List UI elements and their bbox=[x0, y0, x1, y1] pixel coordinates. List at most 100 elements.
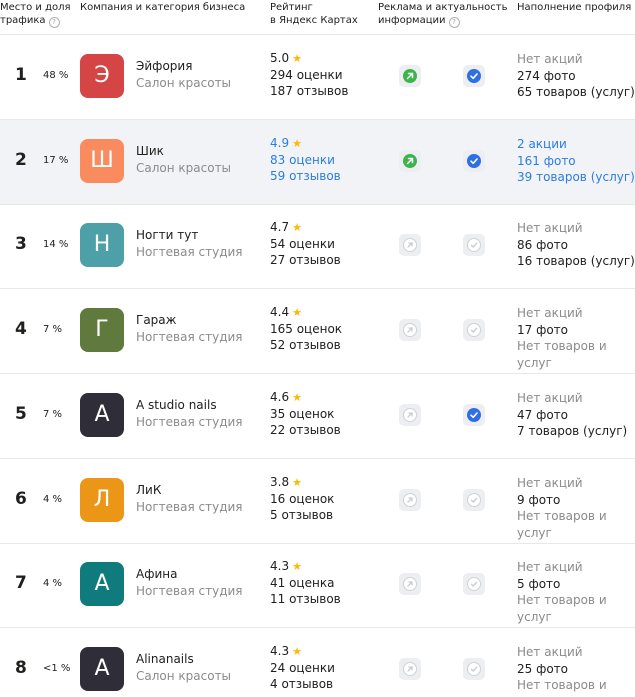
promos-count: Нет акций bbox=[517, 306, 583, 320]
company-category: Салон красоты bbox=[136, 669, 232, 683]
info-actual-status bbox=[463, 65, 485, 87]
company-avatar[interactable]: Э bbox=[80, 54, 124, 98]
company-name[interactable]: Эйфория bbox=[136, 59, 192, 73]
ads-status bbox=[399, 65, 421, 87]
table-row[interactable]: 1 48 % Э Эйфория Салон красоты 5.0 ★ 294 оценки… bbox=[0, 35, 635, 120]
star-icon: ★ bbox=[292, 560, 302, 573]
ads-status bbox=[399, 234, 421, 256]
check-circle-icon bbox=[467, 662, 481, 676]
table-row[interactable]: 7 4 % А Афина Ногтевая студия 4.3 ★ 41 оценка 11… bbox=[0, 543, 635, 628]
table-row[interactable]: 6 4 % Л ЛиК Ногтевая студия 3.8 ★ 16 оценок 5 от… bbox=[0, 459, 635, 544]
table-header: Место и доля трафика? Компания и категор… bbox=[0, 0, 635, 35]
reviews-count: 4 отзывов bbox=[270, 677, 334, 691]
profile-fill: Нет акций 47 фото 7 товаров (услуг) bbox=[517, 390, 627, 440]
company-name[interactable]: A studio nails bbox=[136, 398, 217, 412]
place-number: 1 bbox=[15, 65, 27, 85]
help-icon[interactable]: ? bbox=[48, 17, 60, 28]
ads-status bbox=[399, 319, 421, 341]
ads-status bbox=[399, 150, 421, 172]
reviews-count[interactable]: 59 отзывов bbox=[270, 169, 341, 183]
info-actual-status bbox=[463, 489, 485, 511]
star-icon: ★ bbox=[292, 476, 302, 489]
column-profile: Наполнение профиля bbox=[517, 2, 632, 13]
traffic-share: 14 % bbox=[43, 239, 69, 250]
help-icon[interactable]: ? bbox=[448, 17, 460, 28]
traffic-share: 7 % bbox=[43, 324, 63, 335]
promo-arrow-icon bbox=[403, 493, 417, 507]
check-circle-icon bbox=[467, 238, 481, 252]
rating-value: 4.3 bbox=[270, 559, 290, 573]
star-icon: ★ bbox=[292, 391, 302, 404]
place-number: 5 bbox=[15, 404, 27, 424]
column-place: Место и доля трафика? bbox=[0, 2, 71, 28]
promos-count: Нет акций bbox=[517, 645, 583, 659]
rating-block: 4.6 ★ 35 оценок 22 отзывов bbox=[270, 389, 341, 438]
info-actual-status bbox=[463, 319, 485, 341]
check-circle-icon bbox=[467, 493, 481, 507]
place-number: 4 bbox=[15, 319, 27, 339]
star-icon: ★ bbox=[292, 306, 302, 319]
ads-status bbox=[399, 489, 421, 511]
rating-value: 4.3 bbox=[270, 644, 290, 658]
goods-count: Нет товаров и услуг bbox=[517, 509, 607, 540]
rating-value: 5.0 bbox=[270, 51, 290, 65]
info-actual-status bbox=[463, 573, 485, 595]
place-number: 6 bbox=[15, 489, 27, 509]
traffic-share: 4 % bbox=[43, 578, 63, 589]
company-avatar[interactable]: Л bbox=[80, 478, 124, 522]
company-avatar[interactable]: Н bbox=[80, 223, 124, 267]
rating-value: 3.8 bbox=[270, 475, 290, 489]
company-category: Ногтевая студия bbox=[136, 245, 243, 259]
promos-count: Нет акций bbox=[517, 476, 583, 490]
company-name[interactable]: Alinanails bbox=[136, 652, 194, 666]
promos-count: Нет акций bbox=[517, 52, 583, 66]
photos-count: 47 фото bbox=[517, 407, 569, 422]
company-avatar[interactable]: А bbox=[80, 562, 124, 606]
photos-count: 9 фото bbox=[517, 492, 561, 507]
table-row[interactable]: 8 <1 % A Alinanails Салон красоты 4.3 ★ 24 оцен… bbox=[0, 628, 635, 697]
profile-fill: Нет акций 274 фото 65 товаров (услуг) bbox=[517, 51, 635, 101]
company-name[interactable]: Ногти тут bbox=[136, 228, 198, 242]
promo-arrow-icon bbox=[403, 577, 417, 591]
star-icon: ★ bbox=[292, 137, 302, 150]
table-row[interactable]: 5 7 % A A studio nails Ногтевая студия 4.6 ★ 35… bbox=[0, 374, 635, 459]
photos-count: 25 фото bbox=[517, 661, 569, 676]
traffic-share: 48 % bbox=[43, 70, 69, 81]
goods-count: 7 товаров (услуг) bbox=[517, 424, 628, 438]
reviews-count: 187 отзывов bbox=[270, 84, 349, 98]
company-name[interactable]: Гараж bbox=[136, 313, 176, 327]
table-row[interactable]: 3 14 % Н Ногти тут Ногтевая студия 4.7 ★ 54 оце… bbox=[0, 204, 635, 289]
check-circle-icon bbox=[467, 154, 481, 168]
table-row[interactable]: 4 7 % Г Гараж Ногтевая студия 4.4 ★ 165 оценок 5… bbox=[0, 289, 635, 374]
promos-count[interactable]: 2 акции bbox=[517, 137, 567, 151]
table-row[interactable]: 2 17 % Ш Шик Салон красоты 4.9 ★ 83 оценки 59 от… bbox=[0, 120, 635, 205]
company-category: Ногтевая студия bbox=[136, 584, 243, 598]
reviews-count: 11 отзывов bbox=[270, 592, 341, 606]
photos-count[interactable]: 161 фото bbox=[517, 154, 576, 168]
goods-count: Нет товаров и услуг bbox=[517, 593, 607, 624]
place-number: 2 bbox=[15, 150, 27, 170]
company-avatar[interactable]: Ш bbox=[80, 139, 124, 183]
company-name[interactable]: Афина bbox=[136, 567, 177, 581]
company-category: Ногтевая студия bbox=[136, 330, 243, 344]
ratings-count[interactable]: 83 оценки bbox=[270, 153, 335, 167]
info-actual-status bbox=[463, 658, 485, 680]
info-actual-status bbox=[463, 234, 485, 256]
company-avatar[interactable]: A bbox=[80, 647, 124, 691]
goods-count[interactable]: 39 товаров (услуг) bbox=[517, 170, 635, 184]
company-name[interactable]: ЛиК bbox=[136, 483, 161, 497]
company-avatar[interactable]: Г bbox=[80, 308, 124, 352]
competitors-table: Место и доля трафика? Компания и категор… bbox=[0, 0, 635, 697]
ratings-count: 165 оценок bbox=[270, 322, 343, 336]
company-avatar[interactable]: A bbox=[80, 393, 124, 437]
reviews-count: 22 отзывов bbox=[270, 423, 341, 437]
profile-fill: 2 акции 161 фото 39 товаров (услуг) bbox=[517, 136, 635, 186]
promo-arrow-icon bbox=[403, 408, 417, 422]
ratings-count: 24 оценки bbox=[270, 661, 335, 675]
rating-block: 4.7 ★ 54 оценки 27 отзывов bbox=[270, 219, 341, 268]
company-category: Салон красоты bbox=[136, 76, 232, 90]
company-name[interactable]: Шик bbox=[136, 144, 164, 158]
ads-status bbox=[399, 404, 421, 426]
profile-fill: Нет акций 25 фото Нет товаров и услуг bbox=[517, 644, 635, 697]
profile-fill: Нет акций 17 фото Нет товаров и услуг bbox=[517, 305, 635, 371]
